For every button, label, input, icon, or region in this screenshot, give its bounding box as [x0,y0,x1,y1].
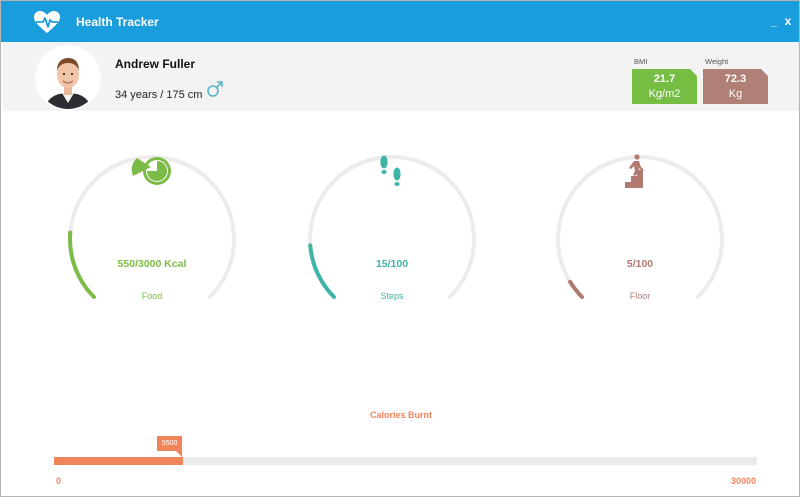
user-photo-icon [37,47,99,109]
minimize-button[interactable]: _ [767,14,781,28]
steps-gauge[interactable]: 15/100 Steps [307,154,477,304]
footsteps-icon [380,155,401,186]
male-icon [207,81,223,97]
profile-header: Andrew Fuller 34 years / 175 cm BMI 21.7… [3,42,799,111]
stairs-climber-icon [625,154,644,188]
food-gauge[interactable]: 550/3000 Kcal Food [67,154,237,304]
calories-title: Calories Burnt [369,410,432,420]
calories-max-label: 30000 [730,476,756,486]
calories-progress-track[interactable] [54,457,757,465]
pie-chart-icon [131,157,171,185]
title-bar: Health Tracker _ x [1,1,799,42]
calories-min-label: 0 [56,476,62,486]
calories-value-tooltip: 5500 [156,436,183,457]
bmi-label: BMI [634,57,648,66]
bmi-value: 21.7 [653,73,676,85]
steps-value: 15/100 [375,258,409,270]
floor-label: Floor [629,291,651,301]
food-label: Food [141,291,163,301]
weight-label: Weight [705,57,729,66]
bmi-badge: 21.7 Kg/m2 [632,69,697,104]
weight-badge: 72.3 Kg [703,69,768,104]
floor-gauge[interactable]: 5/100 Floor [555,154,725,304]
weight-unit: Kg [728,88,743,100]
avatar[interactable] [37,47,99,109]
floor-value: 5/100 [626,258,654,270]
calories-progress-fill [54,457,183,465]
steps-label: Steps [380,291,404,301]
app-window: Health Tracker _ x Andrew Fuller 34 year… [0,0,800,497]
weight-value: 72.3 [724,73,747,85]
heart-pulse-icon [34,11,60,33]
user-details: 34 years / 175 cm [115,89,203,101]
bmi-unit: Kg/m2 [648,88,681,100]
close-button[interactable]: x [781,14,795,28]
food-value: 550/3000 Kcal [117,258,187,270]
app-title: Health Tracker [76,15,159,29]
user-name: Andrew Fuller [115,57,196,71]
